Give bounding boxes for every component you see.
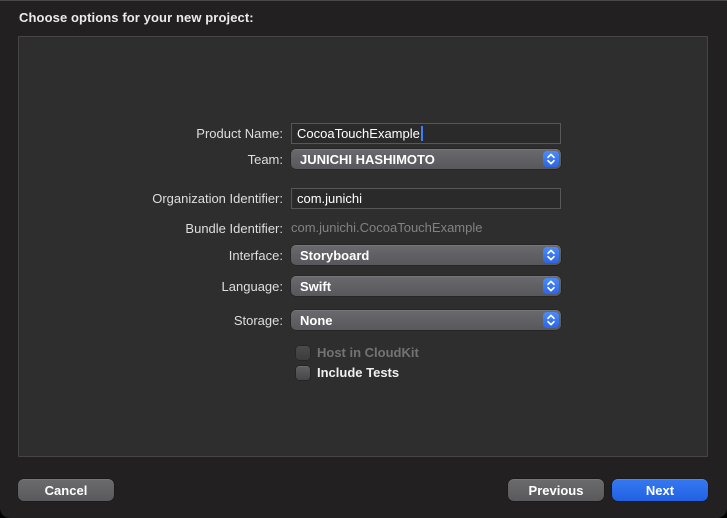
chevron-up-down-icon [543, 151, 559, 167]
storage-row: Storage: None [19, 310, 707, 330]
host-in-cloudkit-checkbox [296, 345, 310, 360]
language-row: Language: Swift [19, 276, 707, 296]
chevron-up-down-icon [543, 247, 559, 263]
team-selected-value: JUNICHI HASHIMOTO [300, 151, 435, 167]
bundle-identifier-row: Bundle Identifier: com.junichi.CocoaTouc… [19, 219, 707, 237]
storage-selected-value: None [300, 312, 333, 328]
bundle-identifier-label: Bundle Identifier: [185, 220, 283, 236]
chevron-up-down-icon [543, 312, 559, 328]
bundle-identifier-value: com.junichi.CocoaTouchExample [291, 220, 483, 235]
product-name-value: CocoaTouchExample [297, 126, 420, 141]
host-in-cloudkit-label: Host in CloudKit [317, 345, 419, 360]
team-row: Team: JUNICHI HASHIMOTO [19, 149, 707, 169]
team-dropdown[interactable]: JUNICHI HASHIMOTO [291, 149, 561, 169]
team-label: Team: [247, 151, 283, 167]
interface-row: Interface: Storyboard [19, 245, 707, 265]
language-label: Language: [221, 278, 283, 294]
sheet-title: Choose options for your new project: [19, 10, 254, 25]
product-name-input[interactable]: CocoaTouchExample [291, 123, 561, 144]
interface-selected-value: Storyboard [300, 247, 370, 263]
product-name-label: Product Name: [196, 126, 283, 141]
text-caret [420, 126, 423, 141]
next-button[interactable]: Next [612, 479, 708, 501]
interface-label: Interface: [228, 247, 283, 263]
new-project-options-sheet: Choose options for your new project: Pro… [0, 0, 727, 518]
include-tests-row: Include Tests [296, 365, 399, 380]
previous-button[interactable]: Previous [508, 479, 604, 501]
interface-dropdown[interactable]: Storyboard [291, 245, 561, 265]
include-tests-checkbox[interactable] [296, 365, 310, 380]
organization-identifier-row: Organization Identifier: com.junichi [19, 188, 707, 209]
options-panel: Product Name: CocoaTouchExample Team: JU… [18, 36, 708, 457]
storage-label: Storage: [233, 312, 283, 328]
chevron-up-down-icon [543, 278, 559, 294]
language-dropdown[interactable]: Swift [291, 276, 561, 296]
organization-identifier-value: com.junichi [297, 191, 363, 206]
organization-identifier-label: Organization Identifier: [152, 191, 283, 206]
language-selected-value: Swift [300, 278, 332, 294]
organization-identifier-input[interactable]: com.junichi [291, 188, 561, 209]
cancel-button[interactable]: Cancel [18, 479, 114, 501]
host-in-cloudkit-row: Host in CloudKit [296, 345, 419, 360]
storage-dropdown[interactable]: None [291, 310, 561, 330]
product-name-row: Product Name: CocoaTouchExample [19, 123, 707, 144]
include-tests-label: Include Tests [317, 365, 400, 380]
